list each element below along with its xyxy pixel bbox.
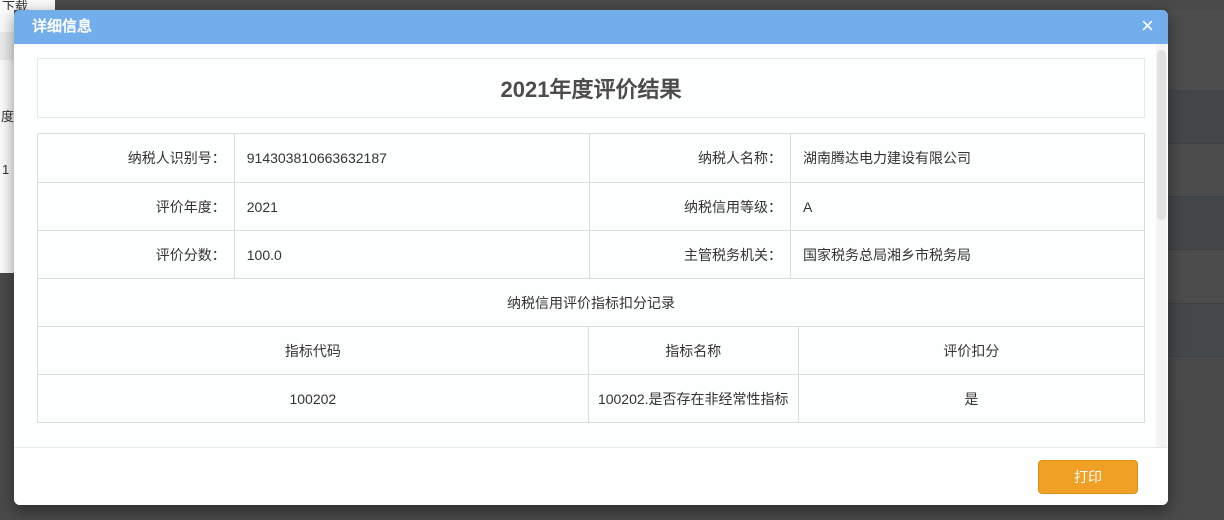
credit-grade-value: A bbox=[790, 183, 1144, 230]
indicator-code-header: 指标代码 bbox=[38, 327, 588, 374]
background-dim-row bbox=[1168, 196, 1224, 249]
table-row: 评价分数： 100.0 主管税务机关： 国家税务总局湘乡市税务局 bbox=[38, 230, 1144, 278]
scrollbar-thumb[interactable] bbox=[1157, 50, 1166, 220]
background-text-fragment-top: 下载 bbox=[0, 0, 55, 10]
background-dim-row bbox=[1168, 90, 1224, 143]
credit-grade-label: 纳税信用等级： bbox=[589, 183, 790, 230]
indicator-name-header: 指标名称 bbox=[588, 327, 798, 374]
eval-score-label: 评价分数： bbox=[38, 231, 234, 278]
background-text-fragment-mid: 度 bbox=[1, 106, 14, 125]
table-row: 纳税人识别号： 914303810663632187 纳税人名称： 湖南腾达电力… bbox=[38, 134, 1144, 182]
modal-title: 详细信息 bbox=[32, 18, 92, 35]
indicator-data-row: 100202 100202.是否存在非经常性指标 是 bbox=[38, 374, 1144, 422]
table-row: 评价年度： 2021 纳税信用等级： A bbox=[38, 182, 1144, 230]
modal-body: 2021年度评价结果 纳税人识别号： 914303810663632187 纳税… bbox=[14, 44, 1168, 423]
evaluation-table: 纳税人识别号： 914303810663632187 纳税人名称： 湖南腾达电力… bbox=[37, 133, 1145, 423]
modal-scrollbar[interactable] bbox=[1156, 44, 1167, 457]
tax-authority-value: 国家税务总局湘乡市税务局 bbox=[790, 231, 1144, 278]
background-text-fragment-bottom: 1 bbox=[2, 162, 9, 177]
eval-year-value: 2021 bbox=[234, 183, 589, 230]
print-button[interactable]: 打印 bbox=[1038, 460, 1138, 494]
screen: 下载 度 1 详细信息 × 2021年度评价结果 纳税人识别号： 9143038 bbox=[0, 0, 1224, 520]
modal-header: 详细信息 × bbox=[14, 10, 1168, 44]
deduction-record-section-title: 纳税信用评价指标扣分记录 bbox=[38, 279, 1144, 326]
deduction-header: 评价扣分 bbox=[798, 327, 1144, 374]
background-row-band bbox=[0, 32, 14, 60]
background-dim-row bbox=[1168, 143, 1224, 196]
deduction-value: 是 bbox=[798, 375, 1144, 422]
background-dimmed-strip-right bbox=[1168, 0, 1224, 520]
indicator-code-value: 100202 bbox=[38, 375, 588, 422]
taxpayer-id-label: 纳税人识别号： bbox=[38, 134, 234, 182]
taxpayer-id-value: 914303810663632187 bbox=[234, 134, 589, 182]
tax-authority-label: 主管税务机关： bbox=[589, 231, 790, 278]
section-title-row: 纳税信用评价指标扣分记录 bbox=[38, 278, 1144, 326]
detail-info-modal: 详细信息 × 2021年度评价结果 纳税人识别号： 91430381066363… bbox=[14, 10, 1168, 505]
modal-footer: 打印 bbox=[14, 447, 1168, 505]
background-dim-row bbox=[1168, 10, 1224, 90]
background-dim-row bbox=[1168, 356, 1224, 406]
indicator-name-value: 100202.是否存在非经常性指标 bbox=[588, 375, 798, 422]
taxpayer-name-value: 湖南腾达电力建设有限公司 bbox=[790, 134, 1144, 182]
close-icon[interactable]: × bbox=[1141, 10, 1154, 44]
result-title: 2021年度评价结果 bbox=[501, 72, 682, 104]
background-dim-row bbox=[1168, 249, 1224, 303]
eval-year-label: 评价年度： bbox=[38, 183, 234, 230]
background-page-strip-left: 度 1 bbox=[0, 10, 14, 273]
result-title-box: 2021年度评价结果 bbox=[37, 58, 1145, 118]
background-dim-row bbox=[1168, 303, 1224, 356]
taxpayer-name-label: 纳税人名称： bbox=[589, 134, 790, 182]
indicator-header-row: 指标代码 指标名称 评价扣分 bbox=[38, 326, 1144, 374]
eval-score-value: 100.0 bbox=[234, 231, 589, 278]
